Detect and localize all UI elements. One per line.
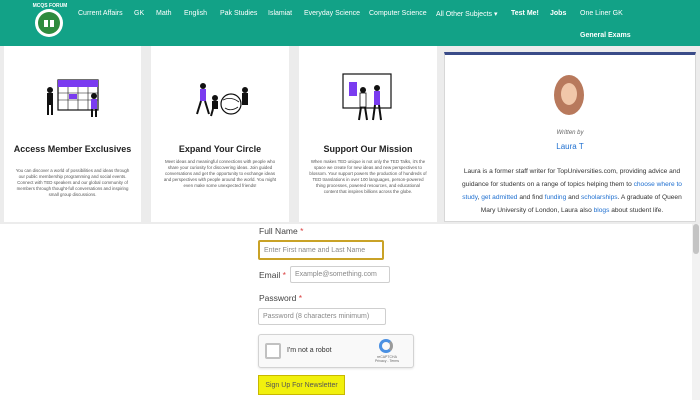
nav-test-me[interactable]: Test Me!	[511, 10, 539, 17]
recaptcha-links[interactable]: Privacy - Terms	[373, 359, 401, 363]
author-box: Written by Laura T Laura is a former sta…	[444, 52, 696, 222]
nav-islamiat[interactable]: Islamiat	[268, 10, 292, 17]
author-avatar	[554, 75, 584, 115]
nav-gk[interactable]: GK	[134, 10, 144, 17]
link-get-admitted[interactable]: get admitted	[481, 194, 517, 201]
author-bio: Laura is a former staff writer for TopUn…	[459, 165, 685, 217]
bio-text: and find	[517, 194, 545, 201]
password-input[interactable]: Password (8 characters minimum)	[258, 308, 386, 325]
nav-jobs[interactable]: Jobs	[550, 10, 566, 17]
card-member-exclusives: Access Member Exclusives You can discove…	[4, 46, 141, 222]
bio-text: about student life.	[609, 207, 664, 214]
recaptcha-logo-icon	[379, 339, 393, 353]
recaptcha-label: I'm not a robot	[287, 347, 332, 354]
nav-all-other-subjects[interactable]: All Other Subjects ▾	[436, 10, 497, 18]
link-blogs[interactable]: blogs	[594, 207, 610, 214]
password-label: Password *	[259, 293, 303, 303]
written-by-label: Written by	[556, 130, 584, 136]
site-logo[interactable]	[35, 9, 63, 37]
people-with-globe-illustration-icon	[196, 83, 248, 117]
card-support-mission: Support Our Mission When makes TED uniqu…	[299, 46, 437, 222]
email-input[interactable]: Example@something.com	[290, 266, 390, 283]
newsletter-submit-button[interactable]: Sign Up For Newsletter	[258, 375, 345, 395]
card-expand-circle: Expand Your Circle Meet ideas and meanin…	[151, 46, 289, 222]
link-scholarships[interactable]: scholarships	[581, 194, 618, 201]
recaptcha-brand: reCAPTCHA Privacy - Terms	[373, 355, 401, 363]
nav-computer-science[interactable]: Computer Science	[369, 10, 427, 17]
card-text: Meet ideas and meaningful connections wi…	[163, 159, 277, 188]
card-text: When makes TED unique is not only the TE…	[309, 159, 427, 194]
nav-everyday-science[interactable]: Everyday Science	[304, 10, 360, 17]
calendar-people-illustration-icon	[47, 79, 99, 117]
presentation-people-illustration-icon	[342, 73, 392, 121]
nav-english[interactable]: English	[184, 10, 207, 17]
recaptcha-widget: I'm not a robot reCAPTCHA Privacy - Terms	[258, 334, 414, 368]
full-name-input[interactable]: Enter First name and Last Name	[258, 240, 384, 260]
card-title: Support Our Mission	[323, 144, 413, 154]
author-name-link[interactable]: Laura T	[445, 142, 695, 151]
top-navigation-bar: MCQS FORUM Current Affairs GK Math Engli…	[0, 0, 700, 46]
link-funding[interactable]: funding	[545, 194, 567, 201]
nav-current-affairs[interactable]: Current Affairs	[78, 10, 123, 17]
full-name-label: Full Name *	[259, 226, 304, 236]
bio-text: and	[566, 194, 581, 201]
page-scrollbar-thumb[interactable]	[693, 224, 699, 254]
logo-text: MCQS FORUM	[32, 3, 68, 9]
card-text: You can discover a world of possibilitie…	[15, 168, 130, 197]
nav-pak-studies[interactable]: Pak Studies	[220, 10, 257, 17]
email-label: Email *	[259, 270, 286, 280]
nav-math[interactable]: Math	[156, 10, 172, 17]
card-title: Access Member Exclusives	[13, 144, 132, 154]
logo-emblem-icon	[38, 12, 60, 34]
card-title: Expand Your Circle	[178, 144, 262, 154]
nav-general-exams[interactable]: General Exams	[580, 32, 631, 39]
nav-one-liner-gk[interactable]: One Liner GK	[580, 10, 623, 17]
recaptcha-checkbox[interactable]	[265, 343, 281, 359]
